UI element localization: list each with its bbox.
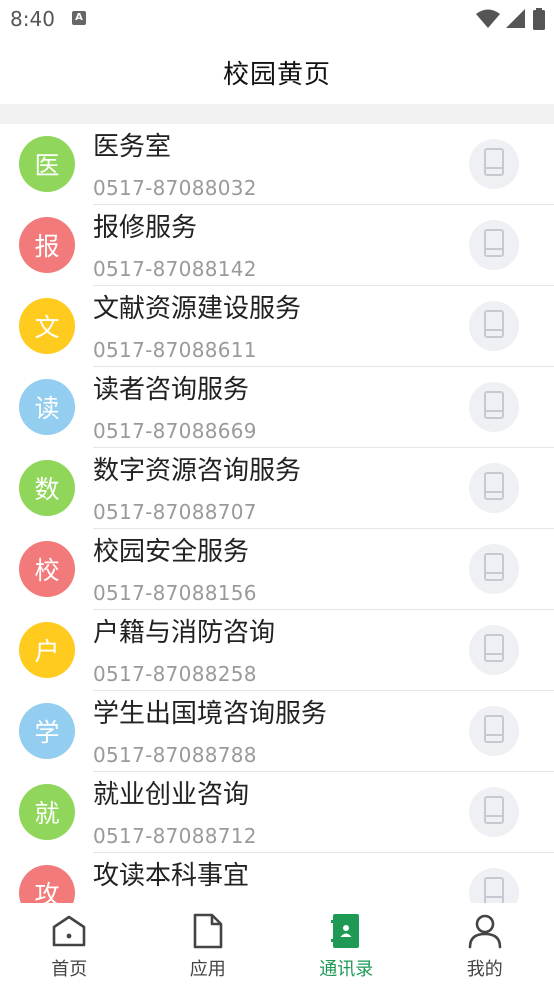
call-button[interactable] (469, 787, 519, 837)
contact-name: 报修服务 (93, 213, 198, 243)
contact-phone: 0517-87088712 (93, 824, 257, 848)
call-button[interactable] (469, 139, 519, 189)
avatar-initial: 学 (34, 718, 60, 747)
contact-row[interactable]: 户 户籍与消防咨询 0517-87088258 (0, 610, 554, 691)
home-icon (49, 911, 89, 951)
contact-phone: 0517-87088142 (93, 257, 257, 281)
contact-name: 医务室 (93, 132, 172, 162)
tab-contacts[interactable]: 通讯录 (277, 903, 416, 984)
page-title: 校园黄页 (222, 59, 331, 90)
signal-icon (506, 9, 525, 28)
contact-name: 学生出国境咨询服务 (93, 699, 328, 729)
contact-avatar: 读 (19, 379, 75, 435)
phone-icon (483, 390, 505, 424)
contact-phone: 0517-87088669 (93, 419, 257, 443)
status-time: 8:40 (10, 7, 55, 31)
call-button[interactable] (469, 544, 519, 594)
phone-icon (483, 795, 505, 829)
contact-row[interactable]: 读 读者咨询服务 0517-87088669 (0, 367, 554, 448)
tab-home[interactable]: 首页 (0, 903, 139, 984)
call-button[interactable] (469, 706, 519, 756)
avatar-initial: 读 (34, 394, 60, 423)
contact-avatar: 报 (19, 217, 75, 273)
call-button[interactable] (469, 625, 519, 675)
call-button[interactable] (469, 868, 519, 903)
person-icon (465, 911, 505, 951)
status-bar: 8:40 A (0, 0, 554, 40)
contact-avatar: 就 (19, 784, 75, 840)
call-button[interactable] (469, 301, 519, 351)
contact-avatar: 医 (19, 136, 75, 192)
contact-name: 户籍与消防咨询 (93, 618, 276, 648)
phone-icon (483, 714, 505, 748)
contact-phone: 0517-87088258 (93, 662, 257, 686)
contact-name: 校园安全服务 (93, 537, 250, 567)
page-header: 校园黄页 (0, 40, 554, 104)
contact-avatar: 学 (19, 703, 75, 759)
call-button[interactable] (469, 463, 519, 513)
contact-avatar: 数 (19, 460, 75, 516)
contact-phone: 0517-87088788 (93, 743, 257, 767)
avatar-initial: 文 (34, 313, 60, 342)
phone-icon (483, 309, 505, 343)
contacts-book-icon (326, 911, 366, 951)
avatar-initial: 医 (34, 151, 60, 180)
phone-icon (483, 876, 505, 903)
phone-icon (483, 228, 505, 262)
tab-apps-label: 应用 (189, 959, 226, 980)
tab-contacts-label: 通讯录 (319, 959, 374, 980)
wifi-icon (476, 9, 500, 28)
avatar-initial: 数 (34, 475, 60, 504)
contact-row[interactable]: 报 报修服务 0517-87088142 (0, 205, 554, 286)
header-divider (0, 104, 554, 124)
contact-list[interactable]: 医 医务室 0517-87088032 报 报修服务 0517-87088142 文 文献资源… (0, 124, 554, 903)
contact-name: 就业创业咨询 (93, 780, 250, 810)
contact-avatar: 文 (19, 298, 75, 354)
call-button[interactable] (469, 382, 519, 432)
contact-avatar: 户 (19, 622, 75, 678)
tab-mine[interactable]: 我的 (416, 903, 554, 984)
phone-icon (483, 147, 505, 181)
contact-name: 攻读本科事宜 (93, 861, 250, 891)
contact-row[interactable]: 数 数字资源咨询服务 0517-87088707 (0, 448, 554, 529)
contact-row[interactable]: 学 学生出国境咨询服务 0517-87088788 (0, 691, 554, 772)
tab-apps[interactable]: 应用 (139, 903, 278, 984)
contact-phone: 0517-87088032 (93, 176, 257, 200)
contact-name: 读者咨询服务 (93, 375, 250, 405)
avatar-initial: 报 (34, 232, 60, 261)
contact-phone: 0517-87088707 (93, 500, 257, 524)
avatar-initial: 户 (34, 637, 60, 666)
contact-row[interactable]: 文 文献资源建设服务 0517-87088611 (0, 286, 554, 367)
contact-row[interactable]: 就 就业创业咨询 0517-87088712 (0, 772, 554, 853)
contact-name: 数字资源咨询服务 (93, 456, 302, 486)
battery-icon (533, 8, 545, 30)
phone-icon (483, 552, 505, 586)
contact-row[interactable]: 攻 攻读本科事宜 (0, 853, 554, 903)
phone-icon (483, 471, 505, 505)
avatar-initial: 就 (34, 799, 60, 828)
contact-row[interactable]: 医 医务室 0517-87088032 (0, 124, 554, 205)
phone-icon (483, 633, 505, 667)
contact-name: 文献资源建设服务 (93, 294, 302, 324)
tab-mine-label: 我的 (466, 959, 503, 980)
tab-home-label: 首页 (51, 959, 88, 980)
call-button[interactable] (469, 220, 519, 270)
notification-a-icon: A (72, 11, 86, 25)
contact-avatar: 校 (19, 541, 75, 597)
contact-phone: 0517-87088611 (93, 338, 257, 362)
contact-avatar: 攻 (19, 865, 75, 903)
avatar-initial: 攻 (34, 880, 60, 903)
contact-row[interactable]: 校 校园安全服务 0517-87088156 (0, 529, 554, 610)
bottom-tab-bar: 首页 应用 通讯录 我的 (0, 903, 554, 984)
status-icons (476, 8, 546, 30)
avatar-initial: 校 (34, 556, 60, 585)
document-icon (188, 911, 228, 951)
contact-phone: 0517-87088156 (93, 581, 257, 605)
